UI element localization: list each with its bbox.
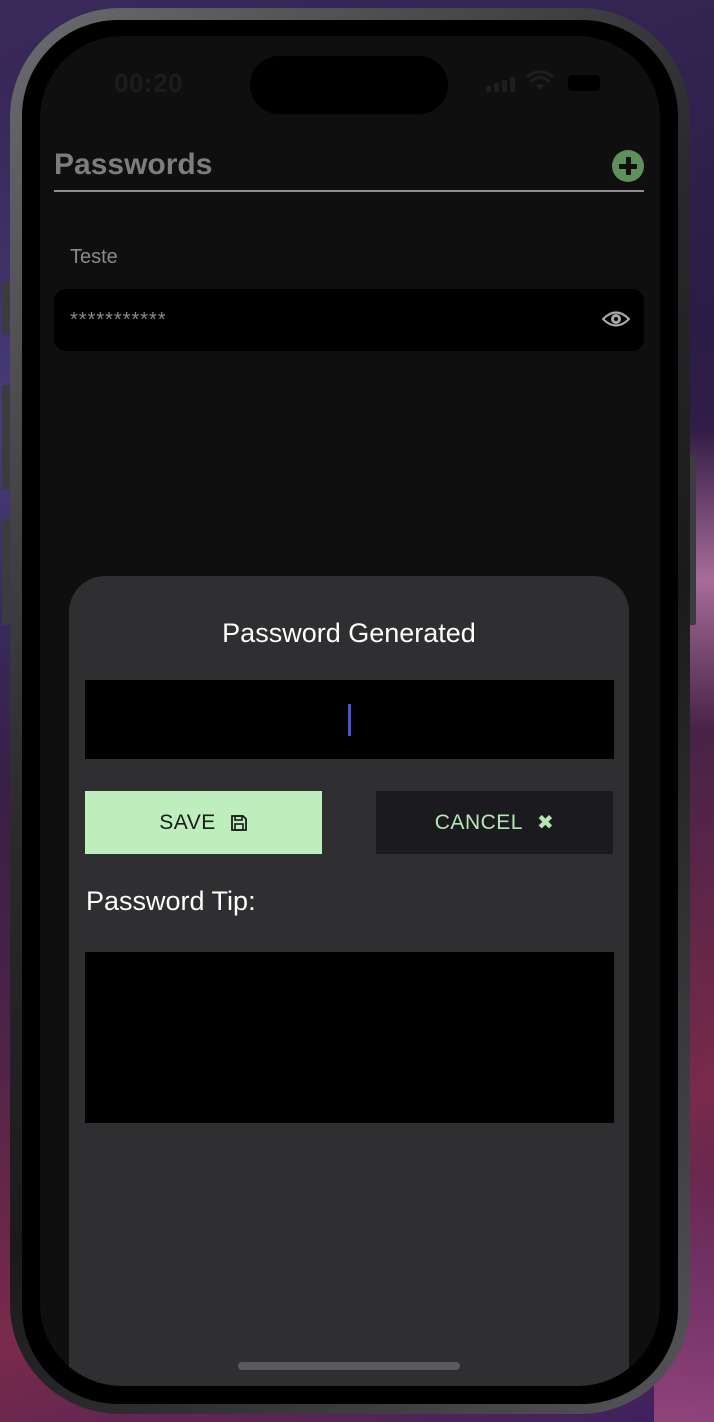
cellular-signal-icon bbox=[486, 76, 516, 92]
password-entry-field[interactable]: *********** bbox=[54, 289, 644, 351]
status-time: 00:20 bbox=[114, 68, 183, 98]
status-bar: 00:20 bbox=[40, 36, 660, 126]
password-tip-label: Password Tip: bbox=[86, 886, 256, 916]
cancel-button-label: CANCEL bbox=[434, 810, 523, 834]
add-password-button[interactable] bbox=[612, 150, 644, 182]
text-cursor bbox=[348, 704, 351, 736]
cancel-button[interactable]: CANCEL ✖ bbox=[376, 791, 613, 854]
save-button-label: SAVE bbox=[159, 810, 216, 834]
save-button[interactable]: SAVE bbox=[85, 791, 322, 854]
password-tip-input[interactable] bbox=[85, 952, 614, 1123]
generated-password-input[interactable] bbox=[85, 680, 614, 759]
volume-up-button bbox=[2, 385, 10, 490]
sheet-title: Password Generated bbox=[222, 618, 476, 648]
battery-icon bbox=[568, 75, 600, 91]
entry-label: Teste bbox=[70, 246, 118, 268]
close-x-icon: ✖ bbox=[536, 812, 555, 834]
masked-password: *********** bbox=[70, 309, 167, 331]
page-title: Passwords bbox=[54, 148, 213, 181]
dynamic-island bbox=[250, 56, 448, 114]
app-screen: 00:20 Passwords Teste *********** Passwo… bbox=[40, 36, 660, 1386]
password-generated-sheet: Password Generated SAVE CANCEL ✖ Passwor… bbox=[69, 576, 629, 1386]
floppy-disk-icon bbox=[230, 814, 247, 831]
volume-down-button bbox=[2, 520, 10, 625]
action-button bbox=[2, 282, 10, 334]
wifi-icon bbox=[526, 70, 554, 90]
header: Passwords bbox=[54, 146, 644, 192]
home-indicator[interactable] bbox=[238, 1362, 460, 1370]
eye-icon[interactable] bbox=[602, 307, 630, 331]
